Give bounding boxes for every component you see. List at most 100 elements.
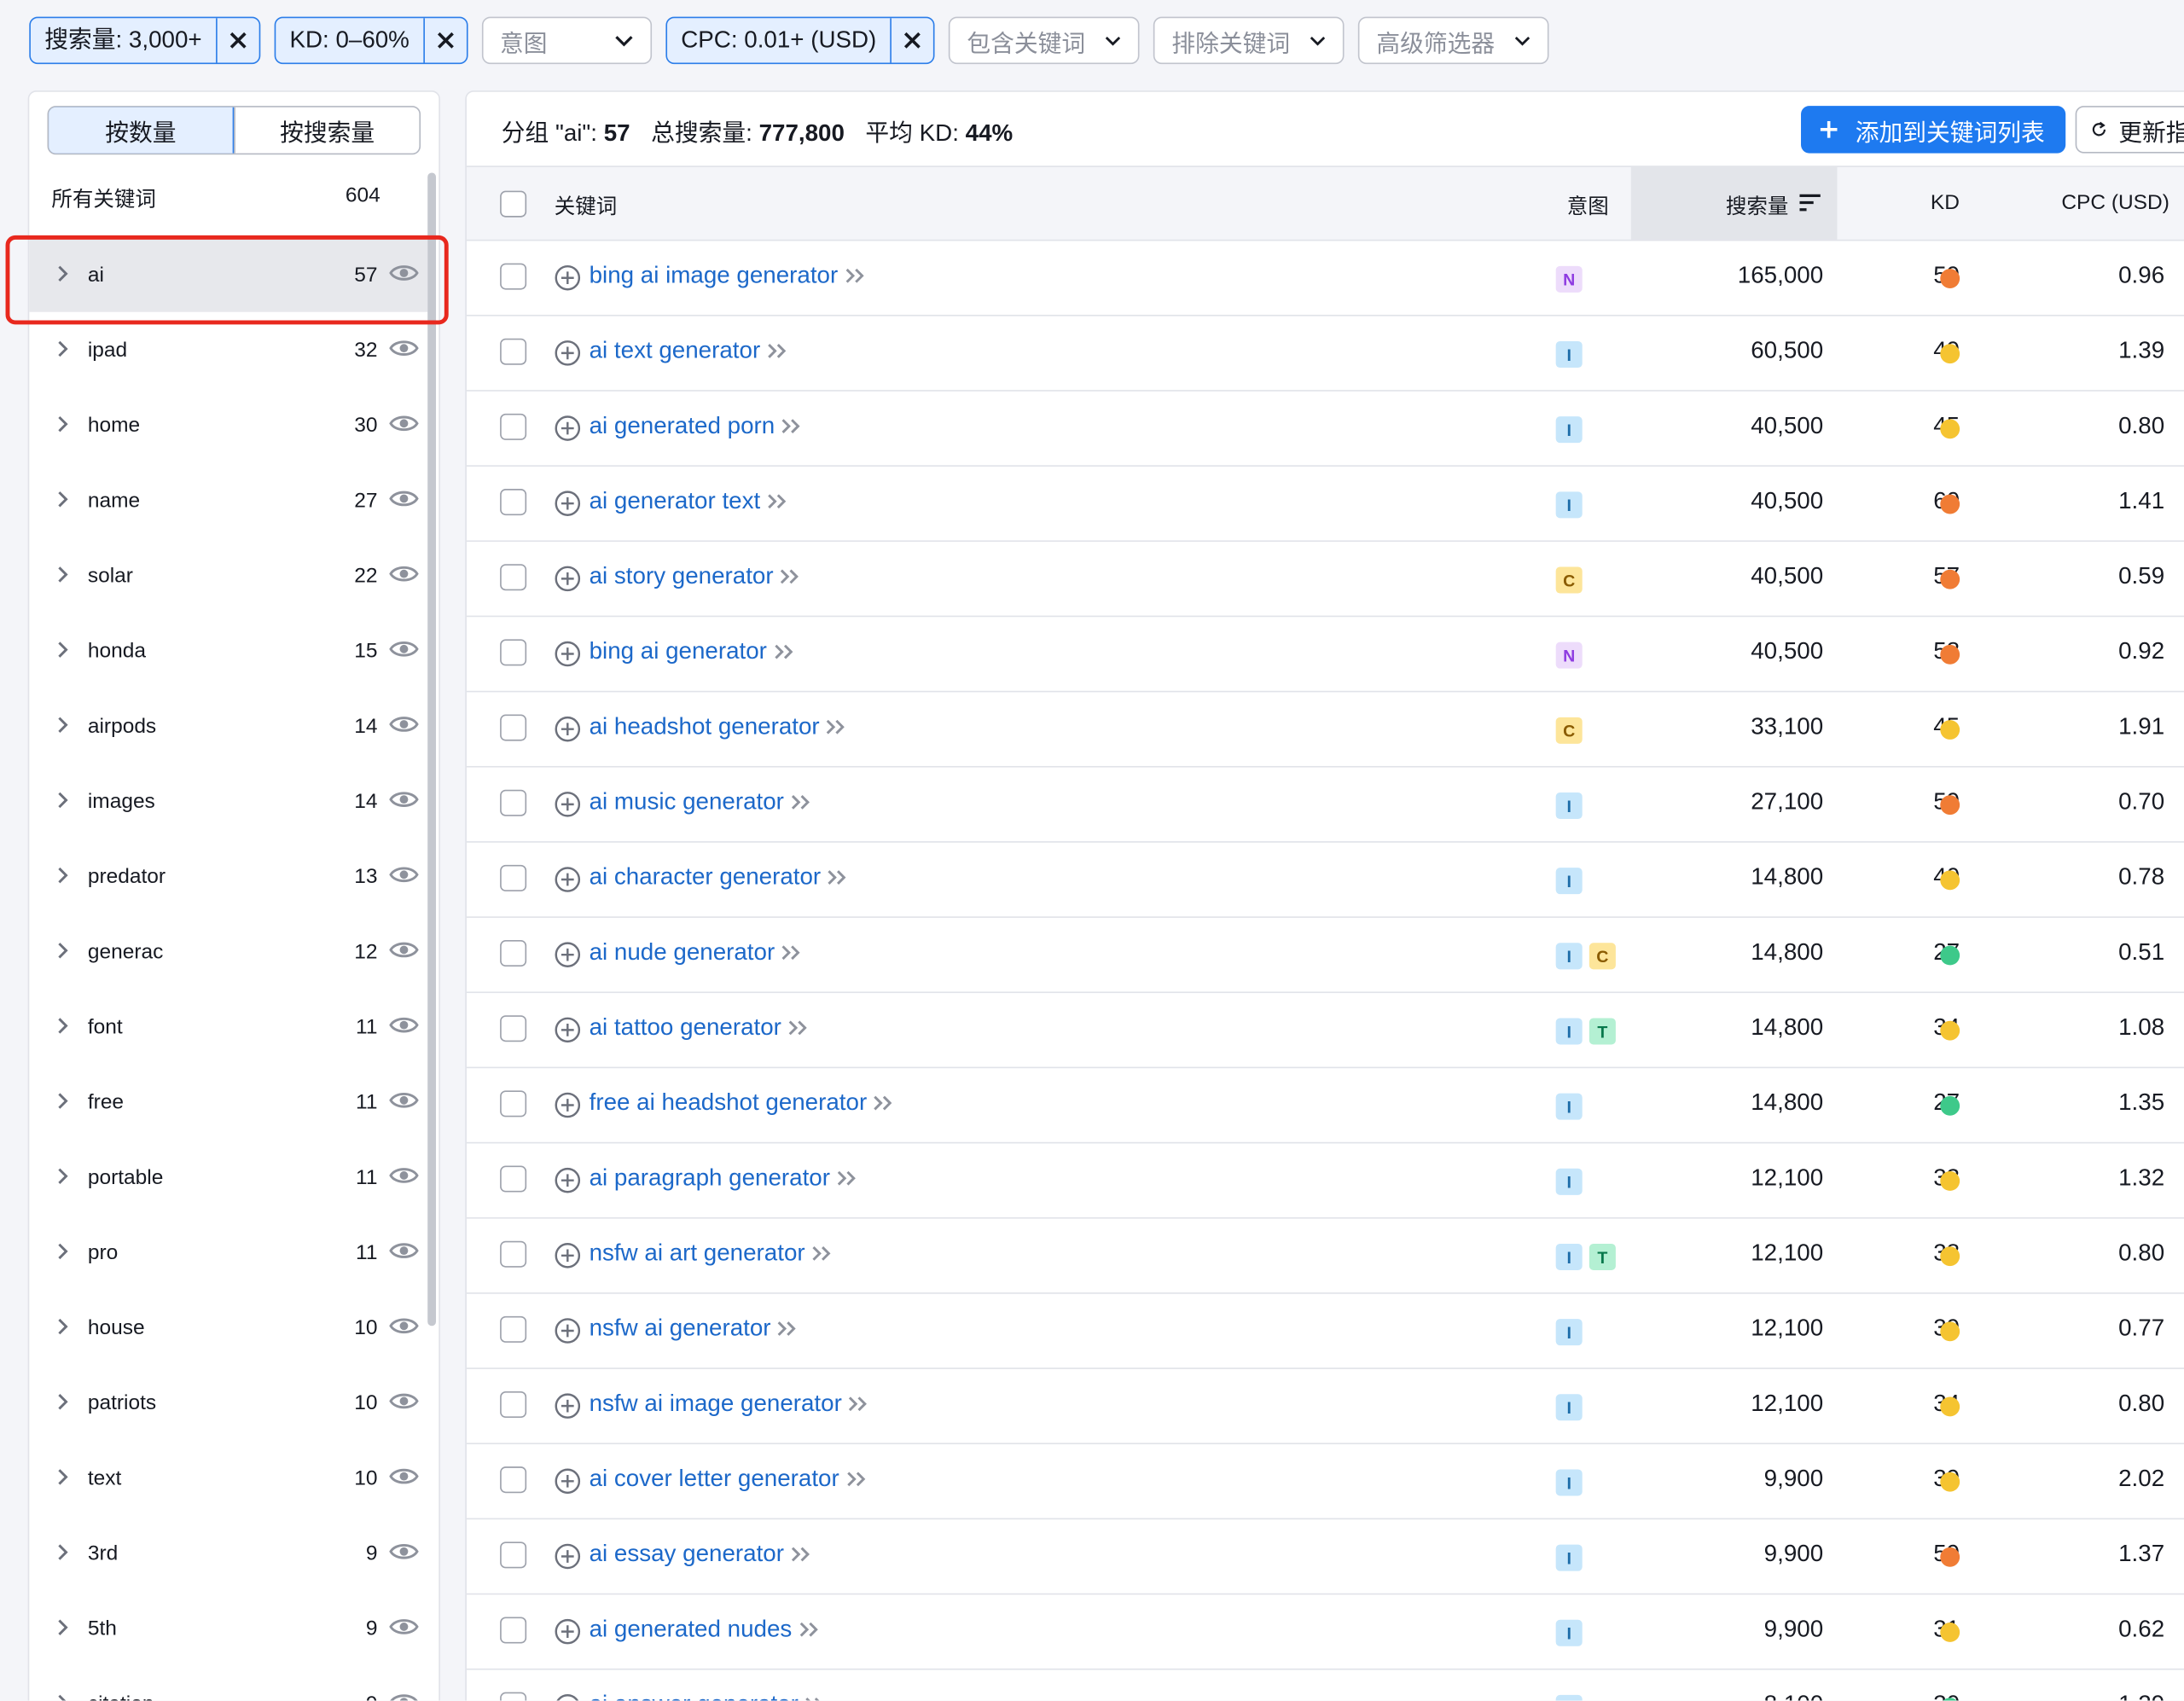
- row-checkbox[interactable]: [500, 1692, 527, 1701]
- close-icon[interactable]: [890, 18, 934, 63]
- chevron-right-icon[interactable]: [57, 641, 68, 659]
- keyword-link[interactable]: ai generated nudes: [590, 1616, 793, 1644]
- row-checkbox[interactable]: [500, 940, 527, 967]
- row-checkbox[interactable]: [500, 1015, 527, 1042]
- chevron-right-icon[interactable]: [57, 491, 68, 508]
- double-chevron-right-icon[interactable]: [781, 418, 803, 435]
- chevron-right-icon[interactable]: [57, 1317, 68, 1335]
- keyword-link[interactable]: ai tattoo generator: [590, 1014, 781, 1042]
- sidebar-group-item[interactable]: name 27: [29, 462, 427, 537]
- add-keyword-icon[interactable]: [555, 1543, 581, 1570]
- eye-icon[interactable]: [389, 337, 420, 359]
- keyword-link[interactable]: ai nude generator: [590, 938, 775, 967]
- tab-by-count[interactable]: 按数量: [49, 107, 235, 154]
- chevron-right-icon[interactable]: [57, 1693, 68, 1701]
- double-chevron-right-icon[interactable]: [873, 1094, 895, 1112]
- eye-icon[interactable]: [389, 638, 420, 660]
- double-chevron-right-icon[interactable]: [844, 267, 866, 284]
- add-keyword-icon[interactable]: [555, 867, 581, 893]
- row-checkbox[interactable]: [500, 1165, 527, 1193]
- double-chevron-right-icon[interactable]: [804, 1697, 826, 1701]
- add-keyword-icon[interactable]: [555, 491, 581, 517]
- filter-chip-cpc[interactable]: CPC: 0.01+ (USD): [665, 16, 935, 65]
- keyword-link[interactable]: ai generator text: [590, 487, 761, 515]
- keyword-link[interactable]: nsfw ai image generator: [590, 1390, 842, 1418]
- double-chevron-right-icon[interactable]: [847, 1396, 869, 1413]
- chevron-right-icon[interactable]: [57, 867, 68, 885]
- keyword-link[interactable]: ai character generator: [590, 863, 822, 891]
- double-chevron-right-icon[interactable]: [766, 493, 788, 510]
- add-keyword-icon[interactable]: [555, 1393, 581, 1419]
- update-metrics-button[interactable]: 更新指标: [2075, 106, 2184, 154]
- header-volume[interactable]: 搜索量: [1726, 191, 1788, 220]
- intent-dropdown[interactable]: 意图: [481, 16, 652, 65]
- chevron-right-icon[interactable]: [57, 1393, 68, 1411]
- eye-icon[interactable]: [389, 412, 420, 434]
- double-chevron-right-icon[interactable]: [790, 1546, 812, 1563]
- row-checkbox[interactable]: [500, 413, 527, 440]
- row-checkbox[interactable]: [500, 864, 527, 891]
- add-keyword-icon[interactable]: [555, 340, 581, 366]
- sidebar-group-item[interactable]: generac 12: [29, 914, 427, 989]
- sort-descending-icon[interactable]: [1799, 194, 1821, 212]
- sidebar-group-item[interactable]: ai 57: [29, 236, 428, 312]
- chevron-right-icon[interactable]: [57, 566, 68, 583]
- row-checkbox[interactable]: [500, 1541, 527, 1569]
- sidebar-group-item[interactable]: ipad 32: [29, 312, 427, 387]
- row-checkbox[interactable]: [500, 489, 527, 516]
- eye-icon[interactable]: [389, 788, 420, 810]
- sidebar-group-item[interactable]: solar 22: [29, 537, 427, 612]
- add-keyword-icon[interactable]: [555, 791, 581, 817]
- row-checkbox[interactable]: [500, 1617, 527, 1644]
- sidebar-group-item[interactable]: predator 13: [29, 839, 427, 914]
- double-chevron-right-icon[interactable]: [781, 944, 803, 961]
- row-checkbox[interactable]: [500, 263, 527, 290]
- eye-icon[interactable]: [389, 1616, 420, 1638]
- double-chevron-right-icon[interactable]: [825, 718, 847, 735]
- keyword-link[interactable]: nsfw ai art generator: [590, 1239, 805, 1268]
- keyword-link[interactable]: ai text generator: [590, 337, 761, 365]
- eye-icon[interactable]: [389, 938, 420, 961]
- eye-icon[interactable]: [389, 1691, 420, 1701]
- eye-icon[interactable]: [389, 1466, 420, 1488]
- add-to-keyword-list-button[interactable]: 添加到关键词列表: [1801, 106, 2066, 154]
- sidebar-group-item[interactable]: citation 9: [29, 1666, 427, 1701]
- filter-chip-volume[interactable]: 搜索量: 3,000+: [29, 16, 261, 65]
- keyword-link[interactable]: ai story generator: [590, 563, 774, 591]
- all-keywords-row[interactable]: 所有关键词 604: [51, 184, 380, 213]
- add-keyword-icon[interactable]: [555, 716, 581, 742]
- double-chevron-right-icon[interactable]: [827, 869, 849, 886]
- double-chevron-right-icon[interactable]: [845, 1471, 867, 1488]
- tab-by-volume[interactable]: 按搜索量: [234, 107, 419, 154]
- double-chevron-right-icon[interactable]: [772, 643, 794, 660]
- add-keyword-icon[interactable]: [555, 1693, 581, 1701]
- row-checkbox[interactable]: [500, 714, 527, 741]
- chevron-right-icon[interactable]: [57, 264, 68, 282]
- keyword-link[interactable]: bing ai generator: [590, 638, 767, 666]
- eye-icon[interactable]: [389, 1541, 420, 1563]
- chevron-right-icon[interactable]: [57, 340, 68, 357]
- chevron-right-icon[interactable]: [57, 1242, 68, 1260]
- sidebar-group-item[interactable]: portable 11: [29, 1140, 427, 1215]
- row-checkbox[interactable]: [500, 639, 527, 666]
- advanced-filters-dropdown[interactable]: 高级筛选器: [1358, 16, 1549, 65]
- chevron-right-icon[interactable]: [57, 1618, 68, 1636]
- row-checkbox[interactable]: [500, 1391, 527, 1419]
- sidebar-group-item[interactable]: house 10: [29, 1290, 427, 1365]
- keyword-link[interactable]: ai headshot generator: [590, 713, 820, 741]
- close-icon[interactable]: [215, 18, 259, 63]
- keyword-link[interactable]: ai generated porn: [590, 412, 775, 440]
- sidebar-group-item[interactable]: images 14: [29, 763, 427, 839]
- chevron-right-icon[interactable]: [57, 1092, 68, 1110]
- row-checkbox[interactable]: [500, 1240, 527, 1268]
- sidebar-group-item[interactable]: honda 15: [29, 612, 427, 688]
- header-cpc[interactable]: CPC (USD): [2061, 191, 2169, 215]
- double-chevron-right-icon[interactable]: [810, 1245, 833, 1263]
- add-keyword-icon[interactable]: [555, 641, 581, 667]
- header-kd[interactable]: KD: [1931, 191, 1960, 215]
- chevron-right-icon[interactable]: [57, 942, 68, 960]
- sidebar-group-item[interactable]: patriots 10: [29, 1365, 427, 1440]
- eye-icon[interactable]: [389, 1239, 420, 1262]
- row-checkbox[interactable]: [500, 1090, 527, 1118]
- include-keywords-dropdown[interactable]: 包含关键词: [949, 16, 1140, 65]
